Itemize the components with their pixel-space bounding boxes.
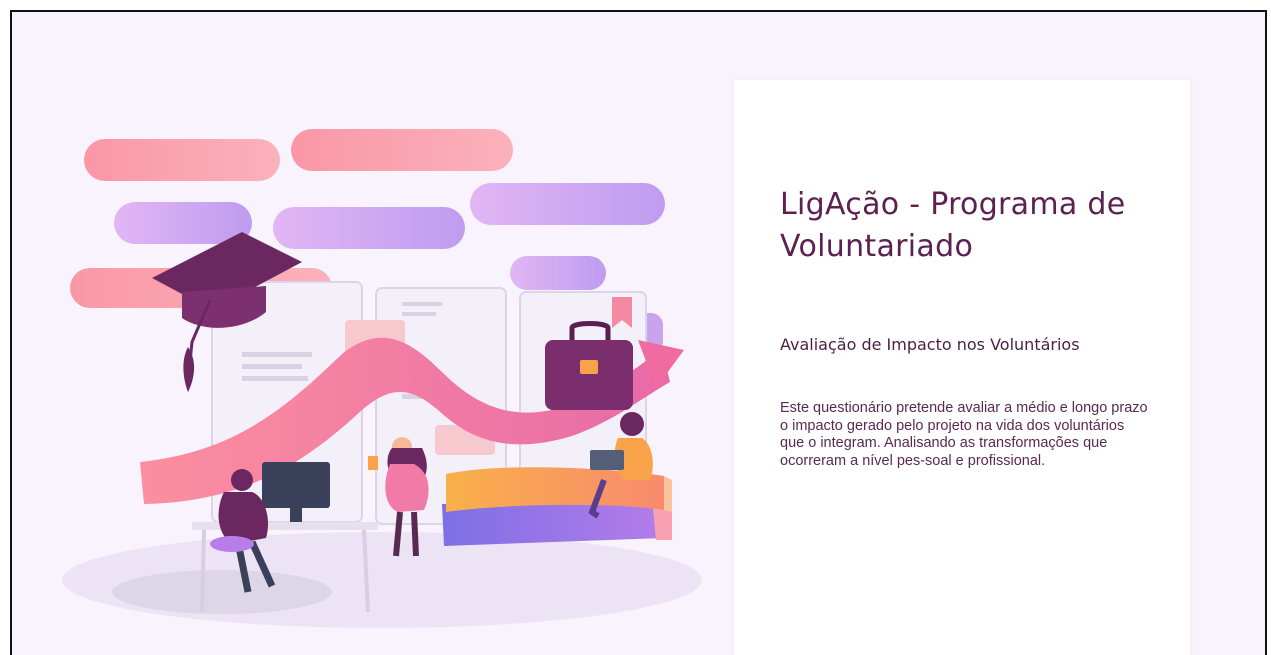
intro-card: LigAção - Programa de Voluntariado Avali… [734, 80, 1190, 655]
education-illustration [52, 92, 752, 652]
page-subtitle: Avaliação de Impacto nos Voluntários [780, 335, 1080, 354]
education-volunteers-illustration-icon [62, 129, 702, 628]
page-description: Este questionário pretende avaliar a méd… [780, 400, 1148, 469]
page-frame: LigAção - Programa de Voluntariado Avali… [10, 10, 1267, 655]
page-title: LigAção - Programa de Voluntariado [780, 187, 1126, 264]
